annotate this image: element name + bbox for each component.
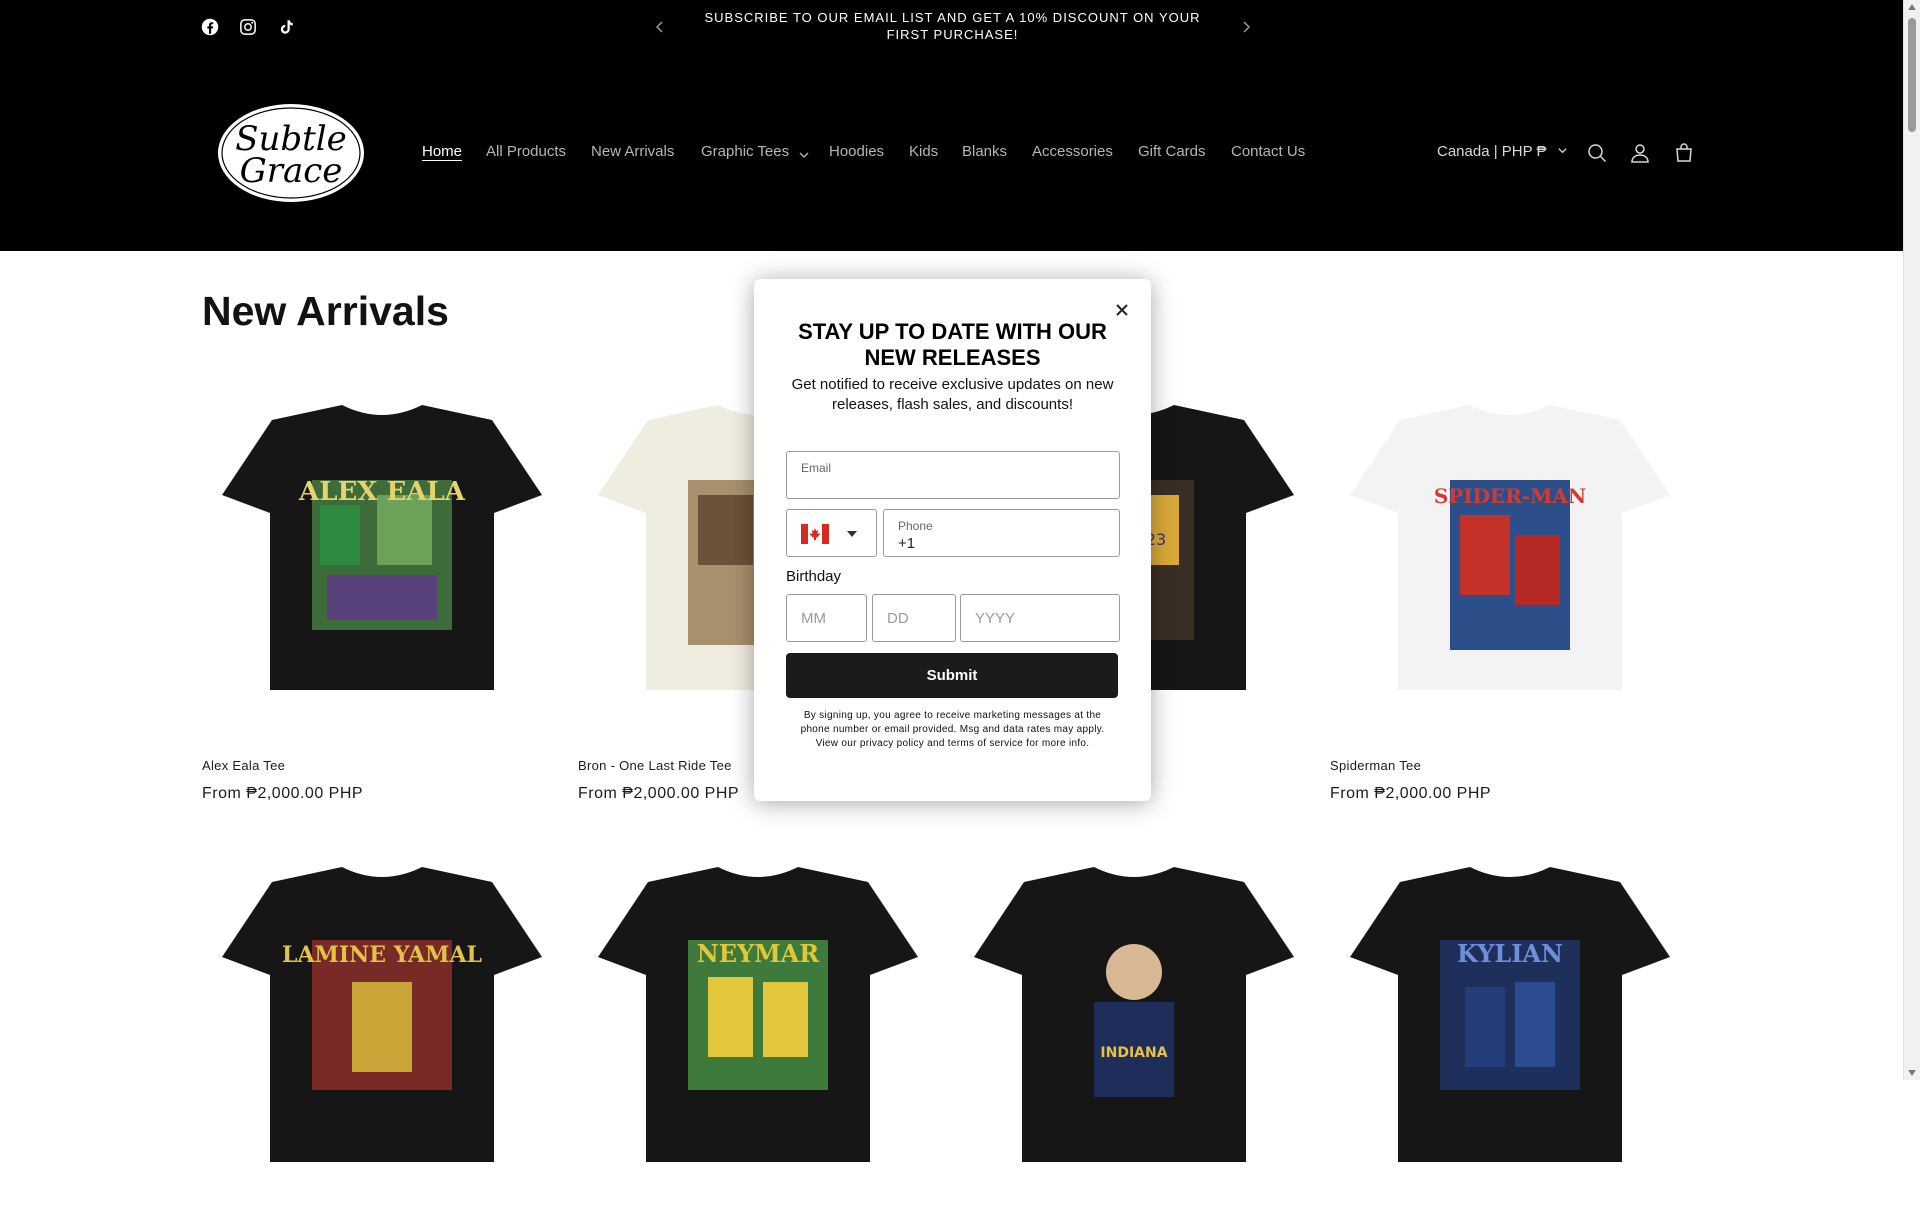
product-image[interactable]: ALEX EALA	[202, 385, 562, 737]
phone-field[interactable]: Phone +1	[883, 509, 1120, 557]
product-price: From ₱2,000.00 PHP	[1330, 785, 1492, 802]
page-scrollbar[interactable]	[1903, 0, 1920, 1080]
phone-label: Phone	[898, 519, 933, 533]
chevron-down-icon	[847, 531, 857, 537]
announcement-text: SUBSCRIBE TO OUR EMAIL LIST AND GET A 10…	[704, 10, 1201, 42]
signup-modal: STAY UP TO DATE WITH OUR NEW RELEASES Ge…	[754, 279, 1151, 801]
product-image[interactable]: SPIDER-MAN	[1330, 385, 1690, 737]
nav-kids[interactable]: Kids	[909, 143, 938, 160]
product-image[interactable]: LAMINE YAMAL	[202, 862, 562, 1214]
product-image[interactable]: NEYMAR	[578, 862, 938, 1214]
nav-hoodies[interactable]: Hoodies	[829, 143, 884, 160]
account-icon[interactable]	[1628, 141, 1652, 165]
canada-flag-icon	[801, 524, 829, 544]
product-price: From ₱2,000.00 PHP	[202, 785, 364, 802]
birthday-label: Birthday	[786, 568, 842, 585]
nav-blanks[interactable]: Blanks	[962, 143, 1007, 160]
phone-value[interactable]: +1	[898, 535, 915, 552]
nav-home[interactable]: Home	[422, 143, 462, 160]
country-code-select[interactable]	[786, 509, 877, 557]
product-image[interactable]: INDIANA	[954, 862, 1314, 1214]
product-image[interactable]: KYLIAN	[1330, 862, 1690, 1214]
country-selector-label: Canada | PHP ₱	[1437, 143, 1547, 160]
product-title[interactable]: Spiderman Tee	[1330, 758, 1421, 773]
submit-button[interactable]: Submit	[786, 653, 1118, 698]
day-placeholder: DD	[887, 610, 909, 627]
product-title[interactable]: Alex Eala Tee	[202, 758, 285, 773]
modal-title: STAY UP TO DATE WITH OUR NEW RELEASES	[798, 319, 1107, 370]
product-art-text: LAMINE YAMAL	[282, 942, 482, 968]
site-header: Subtle Grace Home All Products New Arriv…	[0, 53, 1904, 251]
product-art-text: SPIDER-MAN	[1434, 484, 1586, 508]
birthday-year-field[interactable]: YYYY	[960, 594, 1120, 642]
month-placeholder: MM	[801, 610, 826, 627]
product-title[interactable]: Bron - One Last Ride Tee	[578, 758, 732, 773]
search-icon[interactable]	[1585, 141, 1609, 165]
cart-icon[interactable]	[1672, 141, 1696, 165]
facebook-icon[interactable]	[201, 18, 219, 36]
modal-subtitle: Get notified to receive exclusive update…	[791, 376, 1114, 413]
year-placeholder: YYYY	[975, 610, 1016, 627]
nav-accessories[interactable]: Accessories	[1032, 143, 1113, 160]
product-art-text: NEYMAR	[697, 939, 821, 968]
chevron-down-icon	[1558, 148, 1567, 154]
logo[interactable]: Subtle Grace	[213, 98, 369, 208]
instagram-icon[interactable]	[239, 18, 257, 36]
page-title: New Arrivals	[202, 288, 449, 334]
announcement-next-button[interactable]	[1236, 17, 1256, 37]
product-art-text: INDIANA	[1100, 1045, 1167, 1061]
nav-graphic-tees[interactable]: Graphic Tees	[701, 143, 789, 160]
email-label: Email	[801, 461, 832, 475]
announcement-bar: SUBSCRIBE TO OUR EMAIL LIST AND GET A 10…	[0, 0, 1904, 53]
announcement-prev-button[interactable]	[650, 17, 670, 37]
product-price: From ₱2,000.00 PHP	[578, 785, 740, 802]
nav-gift-cards[interactable]: Gift Cards	[1138, 143, 1206, 160]
scroll-up-arrow-icon[interactable]	[1908, 4, 1916, 10]
nav-new-arrivals[interactable]: New Arrivals	[591, 143, 674, 160]
product-art-text: KYLIAN	[1457, 939, 1563, 968]
tiktok-icon[interactable]	[277, 18, 295, 36]
birthday-month-field[interactable]: MM	[786, 594, 867, 642]
chevron-down-icon	[798, 148, 810, 160]
scroll-down-arrow-icon[interactable]	[1908, 1070, 1916, 1076]
svg-text:Grace: Grace	[240, 151, 343, 191]
close-icon[interactable]	[1113, 301, 1131, 319]
nav-all-products[interactable]: All Products	[486, 143, 566, 160]
nav-contact-us[interactable]: Contact Us	[1231, 143, 1305, 160]
consent-disclaimer: By signing up, you agree to receive mark…	[800, 710, 1105, 749]
scroll-thumb[interactable]	[1908, 18, 1916, 132]
email-field[interactable]: Email	[786, 451, 1120, 499]
birthday-day-field[interactable]: DD	[872, 594, 956, 642]
product-art-text: ALEX EALA	[298, 477, 466, 507]
country-selector[interactable]: Canada | PHP ₱	[1437, 143, 1568, 160]
